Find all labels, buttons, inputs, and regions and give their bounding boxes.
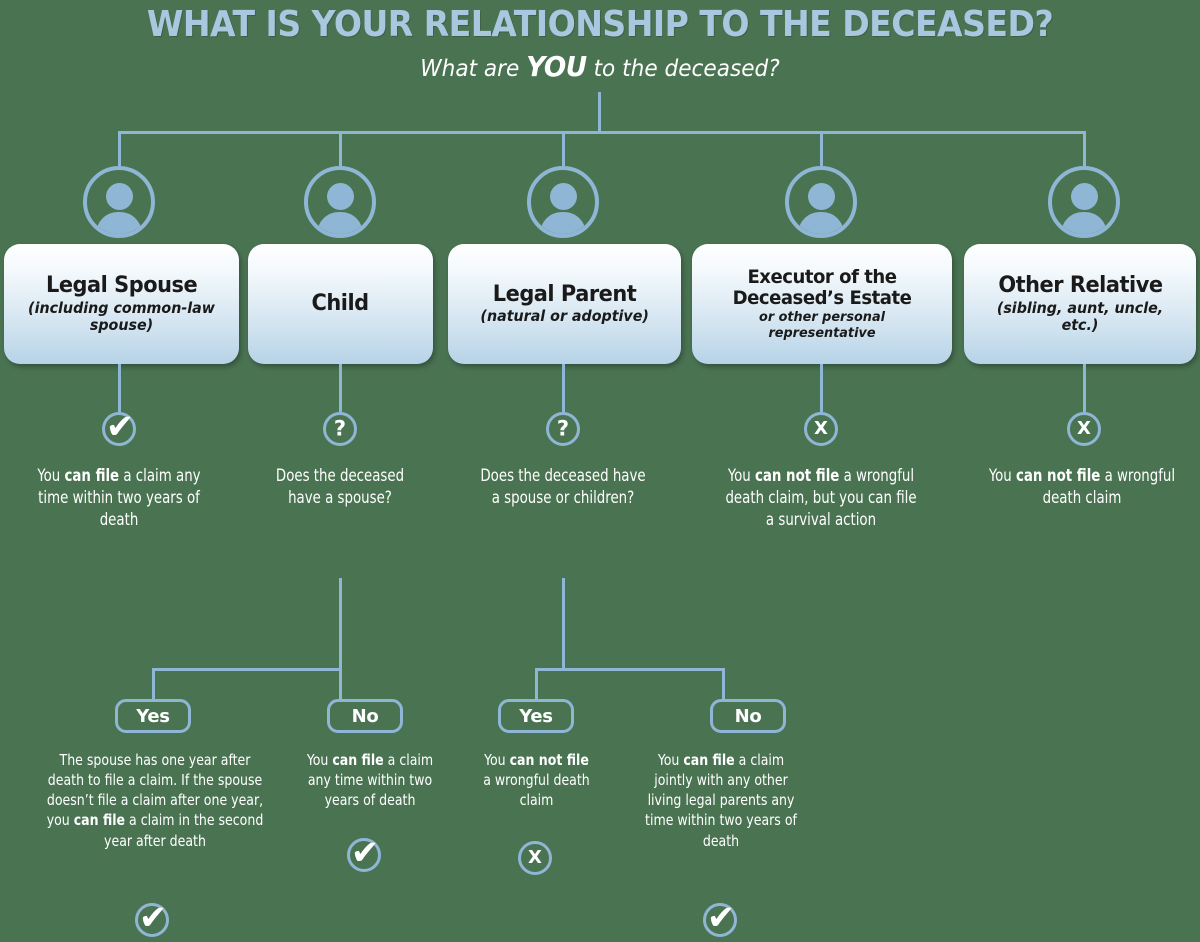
connector-box-to-badge-5 — [1083, 364, 1086, 412]
connector-drop-2 — [339, 131, 342, 166]
status-badge-other-relative: X — [1067, 412, 1101, 446]
subtitle-text-before: What are — [420, 56, 527, 82]
check-icon: ✔ — [706, 898, 736, 939]
category-title: Other Relative — [997, 273, 1163, 299]
category-box-legal-parent[interactable]: Legal Parent (natural or adoptive) — [448, 244, 681, 364]
status-badge-child: ? — [323, 412, 357, 446]
outcome-badge-parent-yes: X — [518, 841, 552, 875]
person-avatar-icon — [807, 183, 835, 210]
connector-parent-no-drop — [722, 668, 725, 699]
answer-pill-parent-no[interactable]: No — [710, 699, 786, 733]
person-avatar-body — [96, 212, 142, 234]
answer-pill-child-yes[interactable]: Yes — [115, 699, 191, 733]
outcome-badge-child-yes: ✔ — [135, 898, 169, 939]
category-box-other-relative[interactable]: Other Relative (sibling, aunt, uncle, et… — [964, 244, 1196, 364]
result-text-legal-parent: Does the deceased have a spouse or child… — [480, 466, 646, 508]
person-avatar-body — [1061, 212, 1107, 234]
connector-parent-yes-drop — [535, 668, 538, 699]
x-icon: X — [1077, 418, 1091, 439]
subtitle-text-after: to the deceased? — [586, 56, 780, 82]
category-box-child[interactable]: Child — [248, 244, 433, 364]
page-title: WHAT IS YOUR RELATIONSHIP TO THE DECEASE… — [146, 4, 1054, 45]
branch-avatar-child — [304, 166, 376, 238]
outcome-badge-parent-no: ✔ — [703, 898, 737, 939]
category-subtitle: (natural or adoptive) — [480, 307, 649, 326]
branch-avatar-legal-spouse — [83, 166, 155, 238]
connector-child-crossbar — [152, 668, 342, 671]
page-subtitle: What are YOU to the deceased? — [36, 50, 1164, 83]
check-icon: ✔ — [350, 833, 380, 874]
answer-pill-parent-yes[interactable]: Yes — [498, 699, 574, 733]
check-icon: ✔ — [138, 898, 168, 939]
connector-parent-crossbar — [535, 668, 725, 671]
answer-pill-child-no[interactable]: No — [327, 699, 403, 733]
branch-avatar-legal-parent — [527, 166, 599, 238]
connector-drop-1 — [118, 131, 121, 166]
category-title: Executor of the Deceased’s Estate — [732, 266, 912, 309]
connector-drop-5 — [1083, 131, 1086, 166]
connector-drop-3 — [562, 131, 565, 166]
person-avatar-icon — [105, 183, 133, 210]
result-text-executor: You can not file a wrongful death claim,… — [725, 466, 917, 530]
outcome-text-parent-no: You can file a claim jointly with any ot… — [645, 751, 797, 850]
status-badge-legal-spouse: ✔ — [102, 407, 136, 448]
category-subtitle: (sibling, aunt, uncle, etc.) — [996, 299, 1164, 334]
connector-box-to-badge-3 — [562, 364, 565, 412]
outcome-text-child-no: You can file a claim any time within two… — [306, 751, 434, 810]
person-avatar-body — [317, 212, 363, 234]
status-badge-executor: X — [804, 412, 838, 446]
x-icon: X — [814, 418, 828, 439]
question-icon: ? — [333, 416, 347, 441]
connector-box-to-badge-4 — [820, 364, 823, 412]
subtitle-emphasis: YOU — [526, 50, 587, 83]
person-avatar-icon — [326, 183, 354, 210]
category-title: Legal Parent — [492, 281, 637, 307]
result-text-legal-spouse: You can file a claim any time within two… — [37, 466, 201, 530]
outcome-badge-child-no: ✔ — [347, 833, 381, 874]
connector-parent-stem — [562, 578, 565, 670]
connector-box-to-badge-1 — [118, 364, 121, 412]
question-icon: ? — [556, 416, 570, 441]
category-title: Child — [311, 291, 370, 317]
category-title: Legal Spouse — [45, 273, 198, 299]
status-badge-legal-parent: ? — [546, 412, 580, 446]
person-avatar-icon — [549, 183, 577, 210]
person-avatar-icon — [1070, 183, 1098, 210]
category-box-executor[interactable]: Executor of the Deceased’s Estate or oth… — [692, 244, 952, 364]
connector-child-no-drop — [339, 668, 342, 699]
branch-avatar-other-relative — [1048, 166, 1120, 238]
branch-avatar-executor — [785, 166, 857, 238]
result-text-other-relative: You can not file a wrongful death claim — [988, 466, 1176, 508]
connector-child-yes-drop — [152, 668, 155, 699]
outcome-text-child-yes: The spouse has one year after death to f… — [46, 751, 264, 850]
outcome-text-parent-yes: You can not file a wrongful death claim — [483, 751, 590, 810]
check-icon: ✔ — [105, 407, 135, 448]
connector-top-horizontal — [118, 131, 1085, 134]
person-avatar-body — [540, 212, 586, 234]
category-box-legal-spouse[interactable]: Legal Spouse (including common-law spous… — [4, 244, 239, 364]
x-icon: X — [528, 847, 542, 868]
result-text-child: Does the deceased have a spouse? — [275, 466, 405, 508]
connector-box-to-badge-2 — [339, 364, 342, 412]
person-avatar-body — [798, 212, 844, 234]
connector-drop-4 — [820, 131, 823, 166]
connector-root-vertical — [598, 92, 601, 133]
connector-child-stem — [339, 578, 342, 670]
category-subtitle: (including common-law spouse) — [28, 299, 215, 334]
infographic-canvas: WHAT IS YOUR RELATIONSHIP TO THE DECEASE… — [0, 0, 1200, 942]
category-subtitle: or other personal representative — [759, 309, 885, 341]
